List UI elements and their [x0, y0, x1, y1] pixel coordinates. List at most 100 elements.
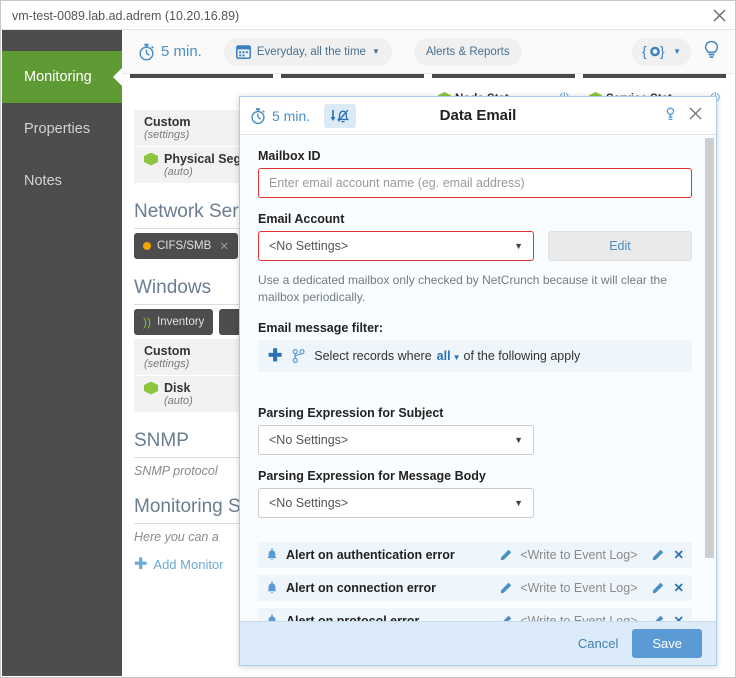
toolbar-interval-label: 5 min.: [161, 43, 202, 60]
toolbar-right: { } ▼: [632, 37, 726, 66]
stopwatch-icon: [139, 43, 154, 61]
mute-notification-icon: [330, 109, 350, 122]
chevron-down-icon: ▼: [452, 352, 461, 362]
alert-name: Alert on authentication error: [286, 547, 455, 562]
dialog-scrollbar[interactable]: [705, 138, 714, 558]
schedule-label: Everyday, all the time: [256, 45, 366, 58]
pencil-icon[interactable]: [652, 549, 664, 561]
braces-gear-icon: { }: [642, 43, 665, 59]
settings-menu-button[interactable]: { } ▼: [632, 37, 691, 66]
alert-name: Alert on connection error: [286, 580, 437, 595]
cube-icon: [144, 381, 158, 395]
pencil-icon[interactable]: [500, 582, 512, 594]
save-button[interactable]: Save: [632, 629, 702, 658]
alerts-reports-label: Alerts & Reports: [425, 45, 510, 58]
close-icon: [689, 107, 702, 120]
email-filter-bar: ✚ Select records where all ▼ of the follo…: [258, 339, 692, 372]
alert-action-row[interactable]: Alert on authentication error <Write to …: [258, 541, 692, 568]
sidebar-item-label: Notes: [24, 173, 62, 189]
help-tips-button[interactable]: [703, 40, 720, 63]
pencil-icon[interactable]: [652, 582, 664, 594]
parsing-body-value: <No Settings>: [269, 495, 349, 510]
cancel-button[interactable]: Cancel: [578, 636, 618, 651]
alert-name: Alert on protocol error: [286, 613, 420, 621]
plus-icon[interactable]: ✚: [268, 346, 282, 366]
svg-text:}: }: [660, 43, 665, 59]
alert-actions: <Write to Event Log> ✕: [500, 580, 684, 595]
mailbox-id-placeholder: Enter email account name (eg. email addr…: [269, 176, 525, 190]
service-chip-inventory[interactable]: )) Inventory: [134, 309, 214, 335]
chevron-down-icon: ▼: [514, 241, 523, 251]
schedule-dropdown[interactable]: Everyday, all the time ▼: [223, 37, 392, 66]
app-window: vm-test-0089.lab.ad.adrem (10.20.16.89) …: [0, 0, 736, 678]
dialog-header-actions: [656, 107, 706, 125]
toolbar: 5 min. Everyday, all the time ▼ Alerts &…: [122, 30, 734, 74]
alert-actions: <Write to Event Log> ✕: [500, 547, 684, 562]
filter-text-before: Select records where: [314, 348, 432, 363]
add-monitor-label: Add Monitor: [153, 556, 224, 572]
chevron-down-icon: ▼: [514, 497, 523, 508]
window-titlebar: vm-test-0089.lab.ad.adrem (10.20.16.89): [2, 2, 735, 30]
email-account-select[interactable]: <No Settings> ▼: [258, 231, 534, 261]
edit-button-label: Edit: [609, 239, 631, 253]
pencil-icon[interactable]: [652, 615, 664, 621]
alert-actions: <Write to Event Log> ✕: [500, 613, 684, 621]
alert-action-row[interactable]: Alert on protocol error <Write to Event …: [258, 607, 692, 621]
cube-icon: [144, 152, 158, 166]
mailbox-id-input[interactable]: Enter email account name (eg. email addr…: [258, 168, 692, 198]
window-title: vm-test-0089.lab.ad.adrem (10.20.16.89): [12, 8, 240, 23]
bell-icon: [266, 614, 278, 621]
branch-icon[interactable]: [292, 348, 305, 363]
parsing-subject-value: <No Settings>: [269, 432, 349, 447]
pencil-icon[interactable]: [500, 549, 512, 561]
sidebar-item-properties[interactable]: Properties: [2, 103, 122, 155]
help-icon: [666, 107, 675, 120]
parsing-body-select[interactable]: <No Settings> ▼: [258, 487, 534, 518]
alert-action-value: <Write to Event Log>: [520, 547, 638, 562]
toolbar-interval[interactable]: 5 min.: [138, 43, 202, 61]
remove-icon[interactable]: ✕: [674, 580, 684, 595]
dialog-header: 5 min. Data Email: [240, 97, 716, 135]
alert-action-value: <Write to Event Log>: [520, 580, 638, 595]
window-close-button[interactable]: [702, 2, 735, 29]
status-dot-icon: [143, 242, 151, 250]
mailbox-hint-text: Use a dedicated mailbox only checked by …: [258, 273, 667, 305]
parsing-body-label: Parsing Expression for Message Body: [258, 468, 486, 483]
mute-notification-button[interactable]: [324, 103, 357, 128]
alerts-reports-button[interactable]: Alerts & Reports: [413, 37, 522, 66]
service-chip-cifs[interactable]: CIFS/SMB ✕: [134, 233, 238, 259]
stopwatch-icon: [251, 107, 265, 124]
parsing-subject-select[interactable]: <No Settings> ▼: [258, 424, 534, 455]
edit-email-account-button[interactable]: Edit: [548, 231, 692, 261]
dialog-interval[interactable]: 5 min.: [250, 107, 310, 125]
dialog-title: Data Email: [439, 107, 517, 124]
help-button[interactable]: [656, 107, 685, 125]
signal-icon: )): [143, 315, 151, 329]
close-icon: [713, 9, 725, 22]
sidebar-item-label: Properties: [24, 121, 91, 137]
sidebar-item-monitoring[interactable]: Monitoring: [2, 51, 122, 103]
chevron-down-icon: ▼: [673, 47, 681, 56]
dialog-footer: Cancel Save: [240, 621, 716, 665]
close-icon[interactable]: ✕: [219, 239, 229, 253]
dialog-close-button[interactable]: [685, 107, 706, 124]
dialog-body: Mailbox ID Enter email account name (eg.…: [240, 135, 716, 621]
plus-icon: ✚: [134, 556, 148, 573]
pencil-icon[interactable]: [500, 615, 512, 621]
sidebar-item-notes[interactable]: Notes: [2, 155, 122, 207]
filter-match-dropdown[interactable]: all ▼: [437, 349, 461, 363]
alert-action-value: <Write to Event Log>: [520, 613, 638, 621]
email-filter-label: Email message filter:: [258, 320, 384, 335]
remove-icon[interactable]: ✕: [674, 613, 684, 621]
sidebar-item-label: Monitoring: [24, 69, 92, 85]
alert-action-row[interactable]: Alert on connection error <Write to Even…: [258, 574, 692, 601]
email-account-label: Email Account: [258, 212, 345, 226]
service-chip-label: Inventory: [157, 316, 205, 328]
email-account-row: <No Settings> ▼ Edit: [258, 231, 698, 261]
remove-icon[interactable]: ✕: [674, 547, 684, 562]
